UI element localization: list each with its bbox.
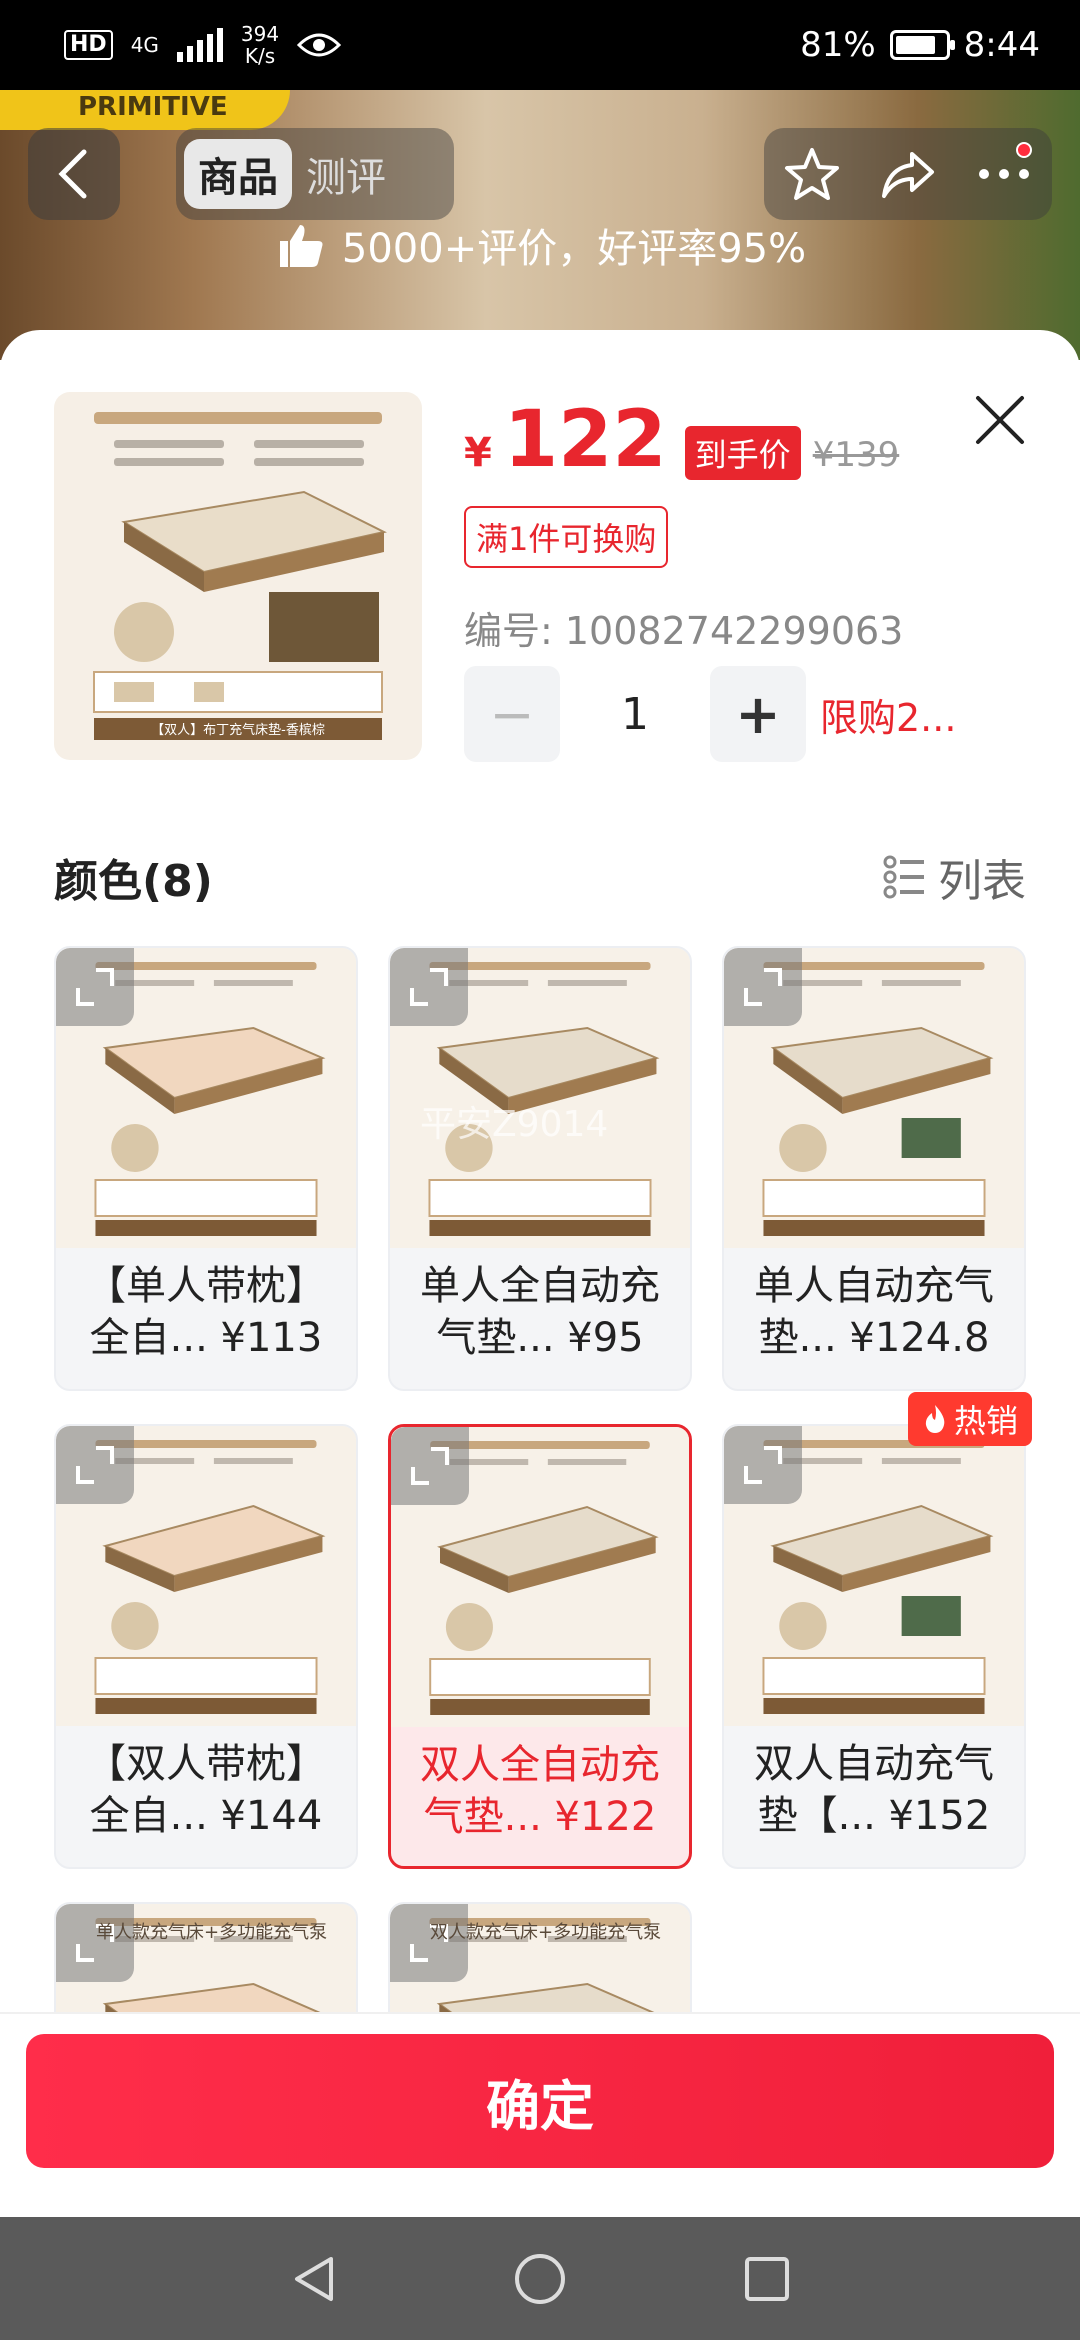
variant-card[interactable]: 【双人带枕】 全自... ¥144: [54, 1424, 358, 1869]
variant-title: 单人自动充气: [754, 1263, 994, 1309]
review-text: 5000+评价，好评率95%: [341, 226, 807, 272]
star-icon[interactable]: [784, 146, 840, 202]
tab-product[interactable]: 商品: [184, 139, 292, 209]
expand-icon[interactable]: [56, 948, 134, 1026]
variant-price: 垫【... ¥152: [757, 1793, 991, 1839]
battery-icon: [889, 30, 955, 60]
eye-icon: [297, 33, 342, 57]
battery-percent: 81%: [800, 25, 876, 65]
thumb-caption: 【双人】布丁充气床垫-香槟棕: [151, 722, 325, 738]
expand-icon[interactable]: [724, 948, 802, 1026]
quantity-value[interactable]: 1: [560, 689, 710, 740]
variant-price: 气垫... ¥122: [423, 1794, 657, 1840]
expand-icon[interactable]: [390, 948, 468, 1026]
variant-price: 垫... ¥124.8: [758, 1315, 990, 1361]
list-view-toggle[interactable]: 列表: [882, 845, 1026, 909]
nav-home-icon[interactable]: [512, 2251, 568, 2307]
chevron-left-icon: [58, 149, 87, 199]
variant-price: 全自... ¥144: [89, 1793, 323, 1839]
nav-actions: [764, 128, 1052, 220]
variant-caption: 单人全自动充 气垫... ¥95: [390, 1260, 690, 1364]
variant-card[interactable]: 单人款充气床+多功能充气泵: [54, 1902, 358, 2012]
variant-card[interactable]: 双人自动充气 垫【... ¥152: [722, 1424, 1026, 1869]
quantity-stepper: − 1 + 限购2...: [464, 666, 956, 762]
variant-caption: 双人全自动充 气垫... ¥122: [391, 1739, 689, 1843]
currency-symbol: ¥: [464, 430, 492, 476]
variant-title: 双人款充气床+多功能充气泵: [430, 1922, 662, 1943]
variant-card[interactable]: 单人自动充气 垫... ¥124.8: [722, 946, 1026, 1391]
expand-icon[interactable]: [724, 1426, 802, 1504]
variant-title: 单人款充气床+多功能充气泵: [96, 1922, 328, 1943]
product-thumbnail[interactable]: 【双人】布丁充气床垫-香槟棕: [54, 392, 422, 760]
variant-caption: 【双人带枕】 全自... ¥144: [56, 1738, 356, 1842]
signal-icon: [176, 28, 223, 62]
brand-logo: PRIMITIVE: [0, 90, 290, 130]
watermark: 平安Z9014: [420, 1104, 609, 1145]
review-summary: 5000+评价，好评率95%: [0, 216, 1080, 274]
expand-icon[interactable]: [56, 1426, 134, 1504]
list-label: 列表: [938, 856, 1026, 907]
nav-back-icon[interactable]: [287, 2253, 339, 2305]
close-icon[interactable]: [970, 390, 1030, 450]
variant-card[interactable]: 双人款充气床+多功能充气泵: [388, 1902, 692, 2012]
share-icon[interactable]: [880, 146, 936, 202]
variant-title: 双人自动充气: [754, 1741, 994, 1787]
variant-caption: 【单人带枕】 全自... ¥113: [56, 1260, 356, 1364]
increase-button[interactable]: +: [710, 666, 806, 762]
tab-bar: 商品 测评: [176, 128, 454, 220]
flame-icon: [925, 1405, 945, 1433]
hd-indicator: HD: [64, 30, 113, 60]
status-bar: HD 4G 394 K/s 81% 8:44: [0, 0, 1080, 90]
variant-title: 双人全自动充: [420, 1742, 660, 1788]
hot-badge: 热销: [908, 1392, 1033, 1446]
variant-title: 【双人带枕】: [86, 1741, 326, 1787]
network-type: 4G: [130, 33, 159, 57]
clock: 8:44: [963, 25, 1040, 65]
variant-title: 【单人带枕】: [86, 1263, 326, 1309]
system-nav-bar: [0, 2217, 1080, 2340]
list-icon: [883, 855, 924, 899]
price-value: 122: [503, 395, 667, 485]
more-icon[interactable]: [976, 164, 1032, 184]
purchase-limit: 限购2...: [820, 695, 957, 740]
expand-icon[interactable]: [391, 1427, 469, 1505]
variant-card[interactable]: 单人全自动充 气垫... ¥95: [388, 946, 692, 1391]
network-speed: 394 K/s: [240, 22, 280, 68]
product-serial: 编号: 10082742299063: [464, 609, 904, 653]
variant-title: 单人全自动充: [420, 1263, 660, 1309]
confirm-button[interactable]: 确定: [26, 2034, 1054, 2168]
price-row: ¥ 122 到手价 ¥139: [464, 400, 899, 480]
variant-caption: 单人自动充气 垫... ¥124.8: [724, 1260, 1024, 1364]
mattress-image: 【双人】布丁充气床垫-香槟棕: [54, 392, 422, 760]
decrease-button[interactable]: −: [464, 666, 560, 762]
top-nav: 商品 测评: [0, 128, 1080, 222]
tab-review[interactable]: 测评: [292, 139, 400, 209]
back-button[interactable]: [28, 128, 120, 220]
variant-card[interactable]: 【单人带枕】 全自... ¥113: [54, 946, 358, 1391]
nav-recents-icon[interactable]: [741, 2253, 793, 2305]
color-section-title: 颜色(8): [54, 856, 213, 907]
variant-card[interactable]: 双人全自动充 气垫... ¥122: [388, 1424, 692, 1869]
notification-dot: [1016, 142, 1032, 158]
variant-price: 气垫... ¥95: [436, 1315, 644, 1361]
thumbs-up-icon: [279, 225, 323, 267]
final-price-tag: 到手价: [684, 426, 801, 480]
variant-price: 全自... ¥113: [89, 1315, 323, 1361]
original-price: ¥139: [812, 435, 900, 475]
promo-badge: 满1件可换购: [464, 506, 669, 568]
variant-caption: 双人自动充气 垫【... ¥152: [724, 1738, 1024, 1842]
